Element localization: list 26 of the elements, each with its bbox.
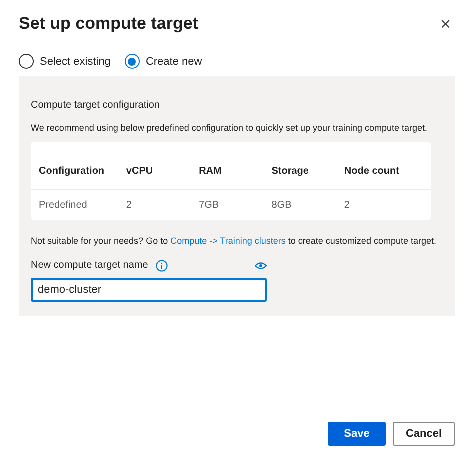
description-text: We recommend using below predefined configuration to quickly set up your training compute target. — [31, 122, 428, 134]
dialog-title: Set up compute target — [19, 13, 198, 35]
section-heading: Compute target configuration — [31, 99, 161, 113]
cancel-button[interactable]: Cancel — [393, 422, 455, 446]
compute-link[interactable]: Compute -> Training clusters — [170, 236, 286, 246]
save-button[interactable]: Save — [328, 422, 386, 446]
field-label: New compute target name — [31, 259, 148, 273]
radio-option[interactable]: Create new — [124, 54, 202, 70]
column-header: RAM — [199, 165, 223, 179]
table-cell-text: 8GB — [272, 198, 293, 212]
close-button[interactable]: × — [436, 14, 455, 33]
radio-button[interactable] — [19, 54, 34, 70]
info-icon[interactable] — [156, 260, 168, 272]
name-input-field[interactable]: demo-cluster — [31, 278, 267, 302]
table-cell-text: 7GB — [199, 198, 220, 212]
column-header: vCPU — [126, 165, 154, 179]
column-header: Configuration — [39, 165, 106, 179]
table-cell-text: Predefined — [39, 198, 88, 212]
eye-icon[interactable] — [255, 262, 267, 270]
table-cell-text: 2 — [344, 198, 351, 212]
column-header: Storage — [272, 165, 310, 179]
table-cell-text: 2 — [126, 198, 133, 212]
column-header: Node count — [344, 165, 400, 179]
radio-button[interactable] — [124, 54, 140, 70]
note-text: Not suitable for your needs? Go to Compute -> Training clusters to create customized compute target. — [31, 235, 436, 247]
radio-option[interactable]: Select existing — [19, 54, 111, 70]
